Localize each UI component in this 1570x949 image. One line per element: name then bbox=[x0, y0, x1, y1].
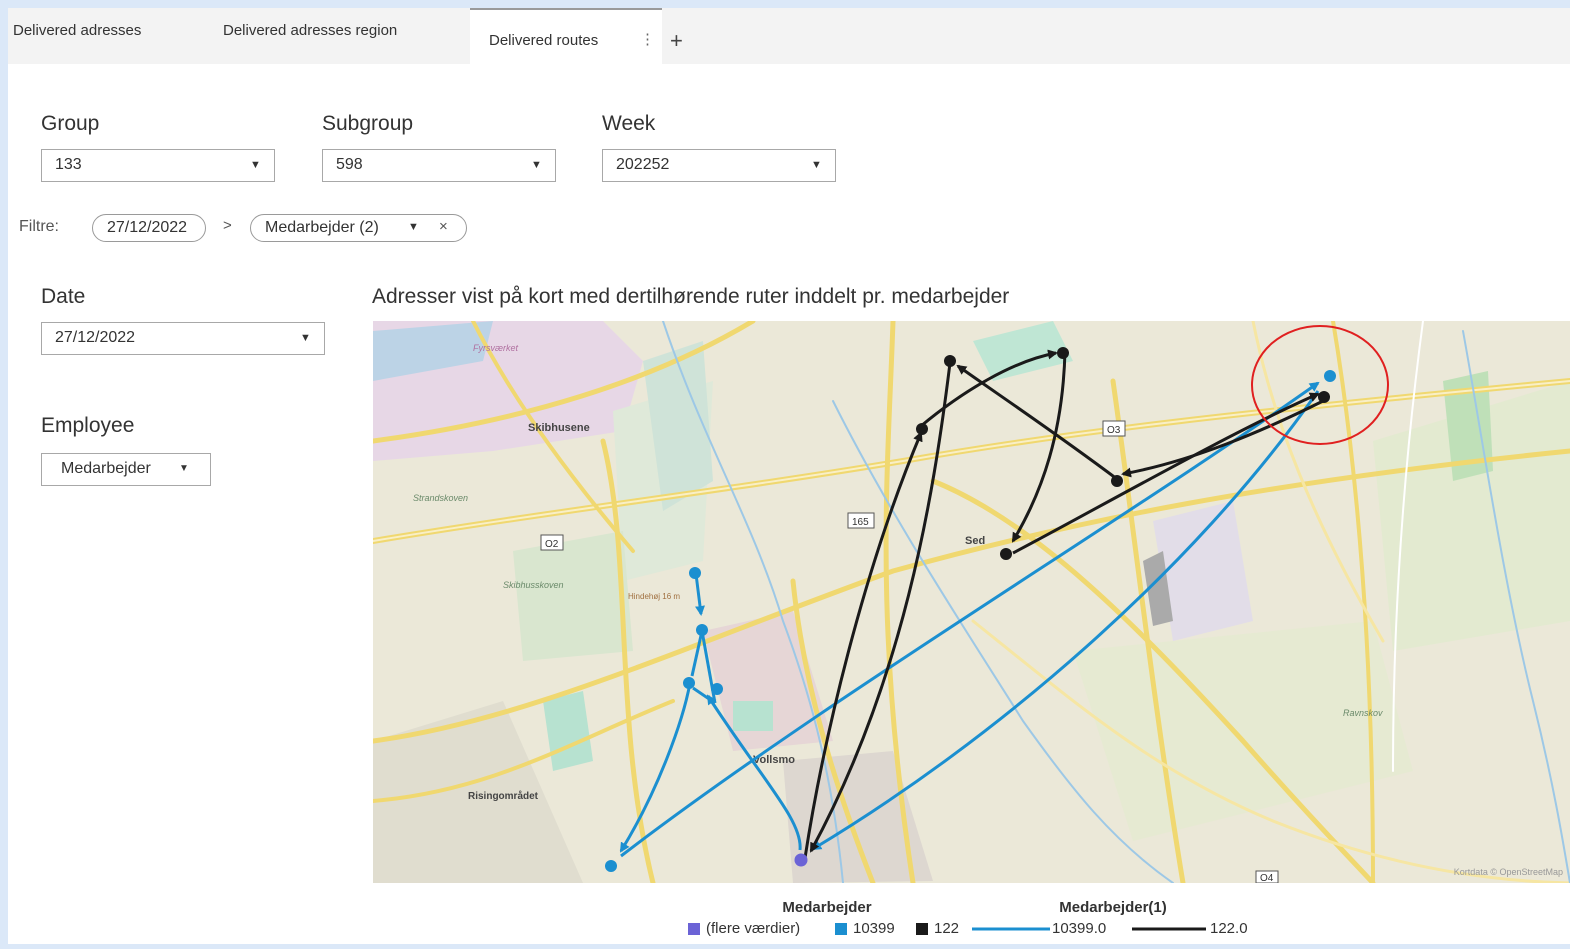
place-label-strandskoven: Strandskoven bbox=[413, 493, 468, 503]
address-point[interactable] bbox=[711, 683, 723, 695]
week-select-value: 202252 bbox=[616, 156, 670, 173]
address-point[interactable] bbox=[1000, 548, 1012, 560]
add-tab-plus-icon[interactable]: + bbox=[670, 30, 683, 52]
date-label: Date bbox=[41, 285, 86, 308]
map-canvas[interactable]: Skibhusene Sed Vollsmo Risingområdet Ski… bbox=[373, 321, 1570, 883]
road-shield-o2: O2 bbox=[545, 539, 559, 550]
address-point[interactable] bbox=[1318, 391, 1330, 403]
address-point[interactable] bbox=[1057, 347, 1069, 359]
subgroup-select[interactable]: 598 ▼ bbox=[322, 149, 556, 182]
date-select[interactable]: 27/12/2022 ▼ bbox=[41, 322, 325, 355]
filter-chip-date[interactable]: 27/12/2022 bbox=[92, 214, 206, 242]
legend-swatch-10399 bbox=[835, 923, 847, 935]
filter-chip-employee-label: Medarbejder (2) bbox=[265, 219, 379, 236]
app-window: Delivered adresses Delivered adresses re… bbox=[8, 8, 1570, 944]
legend-line-10399-label: 10399.0 bbox=[1052, 920, 1106, 937]
subgroup-select-value: 598 bbox=[336, 156, 363, 173]
group-label: Group bbox=[41, 112, 100, 135]
caret-down-icon: ▼ bbox=[811, 159, 822, 171]
place-label-skibhusene: Skibhusene bbox=[528, 422, 590, 434]
address-point[interactable] bbox=[696, 624, 708, 636]
caret-down-icon: ▼ bbox=[531, 159, 542, 171]
employee-select-value: Medarbejder bbox=[61, 460, 151, 477]
tab-delivered-routes[interactable]: Delivered routes ⋮ bbox=[470, 8, 662, 64]
address-point[interactable] bbox=[683, 677, 695, 689]
address-point[interactable] bbox=[916, 423, 928, 435]
address-point[interactable] bbox=[1324, 370, 1336, 382]
legend-marker-title: Medarbejder bbox=[782, 899, 871, 916]
place-label-ravnskov: Ravnskov bbox=[1343, 708, 1383, 718]
road-shield-o4: O4 bbox=[1260, 873, 1274, 883]
place-label-sed: Sed bbox=[965, 535, 985, 547]
map-attribution: Kortdata © OpenStreetMap bbox=[1454, 867, 1563, 877]
place-label-risingomradet: Risingområdet bbox=[468, 790, 539, 802]
tab-delivered-adresses[interactable]: Delivered adresses bbox=[13, 22, 141, 39]
chevron-right-icon: > bbox=[223, 217, 232, 234]
vertical-dots-icon[interactable]: ⋮ bbox=[640, 30, 655, 48]
subgroup-label: Subgroup bbox=[322, 112, 414, 135]
week-label: Week bbox=[602, 112, 656, 135]
tab-bar: Delivered adresses Delivered adresses re… bbox=[8, 8, 1570, 64]
employee-select[interactable]: Medarbejder ▼ bbox=[41, 453, 211, 486]
legend-line-title: Medarbejder(1) bbox=[1059, 899, 1167, 916]
start-point[interactable] bbox=[794, 853, 808, 867]
place-label-hindehoj: Hindehøj 16 m bbox=[628, 592, 680, 601]
legend-swatch-multiple bbox=[688, 923, 700, 935]
road-shield-o3: O3 bbox=[1107, 425, 1121, 436]
place-label-skibhusskoven: Skibhusskoven bbox=[503, 580, 564, 590]
group-select[interactable]: 133 ▼ bbox=[41, 149, 275, 182]
group-select-value: 133 bbox=[55, 156, 82, 173]
address-point[interactable] bbox=[689, 567, 701, 579]
tab-delivered-adresses-region[interactable]: Delivered adresses region bbox=[223, 22, 397, 39]
address-point[interactable] bbox=[605, 860, 617, 872]
week-select[interactable]: 202252 ▼ bbox=[602, 149, 836, 182]
close-icon[interactable]: × bbox=[439, 218, 448, 235]
filter-chip-employee[interactable]: Medarbejder (2) ▼ × bbox=[250, 214, 467, 242]
filter-chip-date-label: 27/12/2022 bbox=[107, 219, 188, 236]
legend-line-122-label: 122.0 bbox=[1210, 920, 1248, 937]
address-point[interactable] bbox=[944, 355, 956, 367]
legend-swatch-122 bbox=[916, 923, 928, 935]
map-legend: Medarbejder (flere værdier) 10399 122 Me… bbox=[680, 898, 1280, 944]
caret-down-icon: ▼ bbox=[250, 159, 261, 171]
legend-marker-multiple: (flere værdier) bbox=[706, 920, 800, 937]
caret-down-icon: ▼ bbox=[179, 463, 189, 474]
address-point[interactable] bbox=[1111, 475, 1123, 487]
caret-down-icon[interactable]: ▼ bbox=[408, 221, 419, 233]
caret-down-icon: ▼ bbox=[300, 332, 311, 344]
legend-marker-10399: 10399 bbox=[853, 920, 895, 937]
filter-bar-label: Filtre: bbox=[19, 218, 59, 235]
date-select-value: 27/12/2022 bbox=[55, 329, 136, 346]
place-label-fyrsvaerket: Fyrsværket bbox=[473, 343, 518, 353]
route-map[interactable]: Skibhusene Sed Vollsmo Risingområdet Ski… bbox=[373, 321, 1570, 883]
legend-marker-122: 122 bbox=[934, 920, 959, 937]
tab-delivered-routes-label: Delivered routes bbox=[489, 32, 599, 49]
road-shield-165: 165 bbox=[852, 517, 869, 528]
employee-label: Employee bbox=[41, 414, 135, 437]
map-title: Adresser vist på kort med dertilhørende … bbox=[372, 285, 1010, 308]
